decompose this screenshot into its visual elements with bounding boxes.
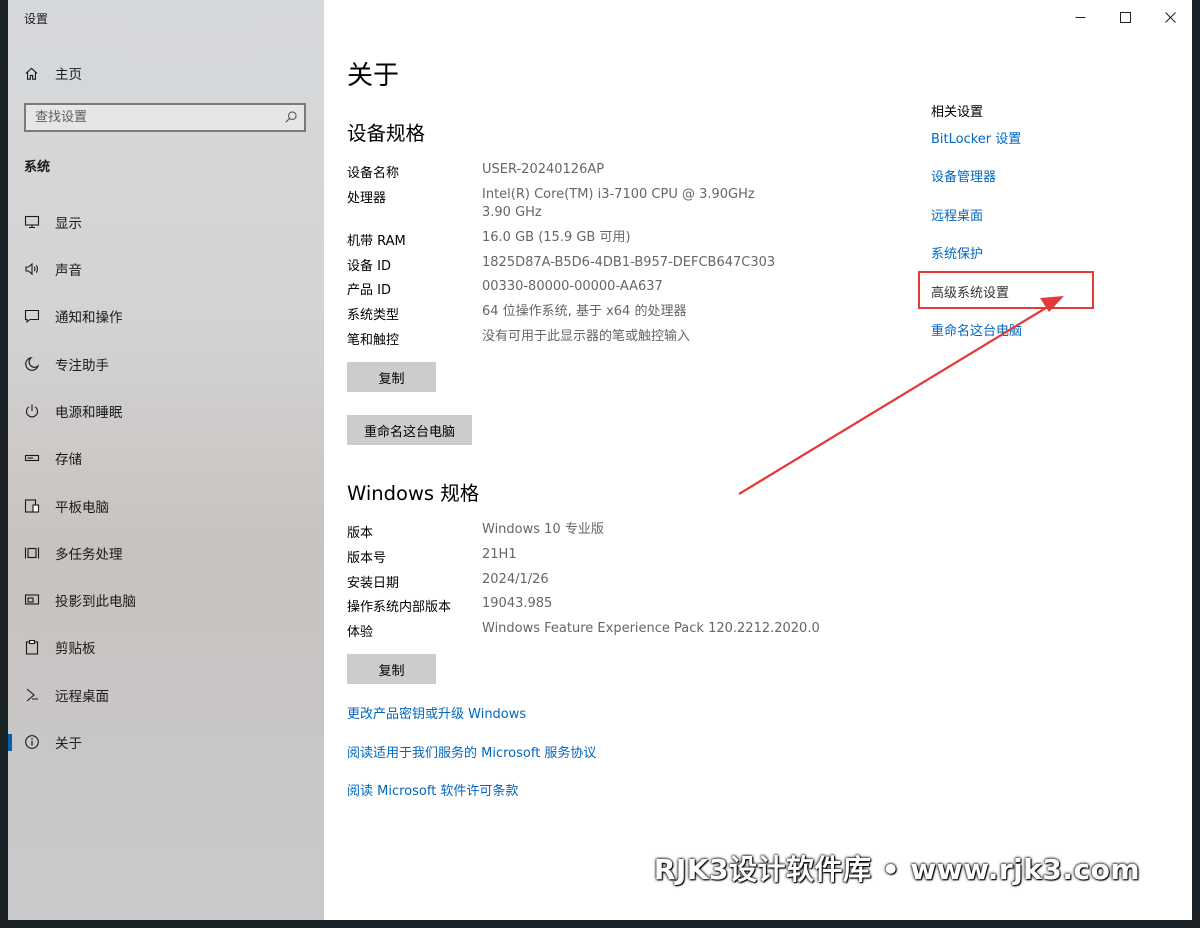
sidebar-item-label: 投影到此电脑	[55, 594, 136, 610]
sidebar-item-remote-desktop[interactable]: 远程桌面	[8, 680, 324, 710]
clipboard-icon	[24, 639, 40, 655]
maximize-button[interactable]	[1102, 4, 1148, 30]
sidebar-item-label: 通知和操作	[55, 310, 123, 326]
section-title: 系统	[24, 160, 51, 175]
windows-spec-heading: Windows 规格	[347, 482, 480, 505]
spec-label-pen-touch: 笔和触控	[347, 333, 400, 348]
moon-icon	[24, 356, 40, 372]
sidebar: 设置 主页 系统 显示 声音 通知和操作 专注助手 电源和睡眠	[8, 0, 324, 920]
sidebar-item-label: 专注助手	[55, 358, 109, 374]
sidebar-item-focus-assist[interactable]: 专注助手	[8, 349, 324, 379]
highlight-box	[918, 271, 1094, 309]
page-title: 关于	[347, 61, 400, 91]
spec-label-install-date: 安装日期	[347, 576, 400, 591]
close-button[interactable]	[1147, 4, 1192, 30]
sidebar-item-label: 声音	[55, 263, 82, 279]
remote-desktop-icon	[24, 687, 40, 703]
home-icon	[25, 67, 38, 80]
spec-label-processor: 处理器	[347, 191, 387, 206]
spec-label-device-name: 设备名称	[347, 166, 400, 181]
sidebar-item-label: 远程桌面	[55, 689, 109, 705]
sidebar-item-notifications[interactable]: 通知和操作	[8, 301, 324, 331]
settings-window: 设置 主页 系统 显示 声音 通知和操作 专注助手 电源和睡眠	[8, 0, 1192, 920]
main-content: 关于 设备规格 设备名称 USER-20240126AP 处理器 Intel(R…	[324, 0, 1192, 920]
minimize-icon	[1075, 16, 1085, 18]
spec-label-version: 版本号	[347, 551, 387, 566]
spec-label-device-id: 设备 ID	[347, 259, 391, 274]
info-icon	[24, 734, 40, 750]
spec-label-edition: 版本	[347, 526, 374, 541]
spec-label-os-build: 操作系统内部版本	[347, 600, 452, 615]
sidebar-item-label: 电源和睡眠	[55, 405, 123, 421]
sidebar-item-about[interactable]: 关于	[8, 727, 324, 757]
sidebar-item-power[interactable]: 电源和睡眠	[8, 396, 324, 426]
spec-label-experience: 体验	[347, 625, 374, 640]
sidebar-item-multitasking[interactable]: 多任务处理	[8, 538, 324, 568]
sidebar-item-tablet[interactable]: 平板电脑	[8, 491, 324, 521]
microsoft-services-agreement-link[interactable]: 阅读适用于我们服务的 Microsoft 服务协议	[347, 742, 596, 761]
related-link-device-manager[interactable]: 设备管理器	[931, 166, 996, 185]
sidebar-item-clipboard[interactable]: 剪贴板	[8, 632, 324, 662]
search-input[interactable]	[26, 105, 275, 130]
spec-value-product-id: 00330-80000-00000-AA637	[482, 279, 663, 294]
related-settings-title: 相关设置	[931, 105, 984, 120]
power-icon	[24, 403, 40, 419]
sidebar-item-storage[interactable]: 存储	[8, 443, 324, 473]
spec-label-system-type: 系统类型	[347, 308, 400, 323]
spec-value-pen-touch: 没有可用于此显示器的笔或触控输入	[482, 329, 691, 344]
monitor-icon	[24, 214, 40, 230]
spec-label-ram: 机带 RAM	[347, 234, 406, 249]
close-icon	[1164, 11, 1176, 23]
storage-icon	[24, 450, 40, 466]
rename-pc-button[interactable]: 重命名这台电脑	[347, 415, 472, 445]
spec-value-system-type: 64 位操作系统, 基于 x64 的处理器	[482, 304, 687, 319]
sidebar-item-label: 存储	[55, 452, 82, 468]
home-nav-item[interactable]: 主页	[24, 62, 82, 84]
search-box[interactable]	[24, 103, 306, 132]
spec-value-os-build: 19043.985	[482, 596, 553, 611]
app-title: 设置	[24, 12, 49, 26]
tablet-icon	[24, 498, 40, 514]
microsoft-license-terms-link[interactable]: 阅读 Microsoft 软件许可条款	[347, 780, 518, 799]
spec-value-device-id: 1825D87A-B5D6-4DB1-B957-DEFCB647C303	[482, 255, 776, 270]
multitask-icon	[24, 545, 40, 561]
sidebar-item-project[interactable]: 投影到此电脑	[8, 585, 324, 615]
search-icon[interactable]	[284, 110, 298, 124]
project-icon	[24, 592, 40, 608]
spec-value-device-name: USER-20240126AP	[482, 162, 605, 177]
sidebar-item-label: 剪贴板	[55, 641, 96, 657]
sidebar-item-label: 平板电脑	[55, 500, 109, 516]
spec-value-processor: Intel(R) Core(TM) i3-7100 CPU @ 3.90GHz …	[482, 187, 755, 220]
active-indicator	[8, 734, 12, 751]
speaker-icon	[24, 261, 40, 277]
spec-value-version: 21H1	[482, 547, 517, 562]
related-link-remote-desktop[interactable]: 远程桌面	[931, 205, 983, 224]
copy-windows-spec-button[interactable]: 复制	[347, 654, 436, 684]
notification-icon	[24, 308, 40, 324]
spec-value-edition: Windows 10 专业版	[482, 522, 604, 537]
spec-value-ram: 16.0 GB (15.9 GB 可用)	[482, 230, 631, 245]
sidebar-item-display[interactable]: 显示	[8, 207, 324, 237]
spec-value-install-date: 2024/1/26	[482, 572, 549, 587]
spec-value-experience: Windows Feature Experience Pack 120.2212…	[482, 621, 820, 636]
sidebar-item-label: 多任务处理	[55, 547, 123, 563]
maximize-icon	[1119, 11, 1131, 23]
related-link-rename-pc[interactable]: 重命名这台电脑	[931, 320, 1022, 339]
sidebar-item-label: 显示	[55, 216, 82, 232]
home-label: 主页	[55, 67, 82, 83]
related-link-bitlocker[interactable]: BitLocker 设置	[931, 128, 1021, 147]
change-product-key-link[interactable]: 更改产品密钥或升级 Windows	[347, 703, 526, 722]
copy-device-spec-button[interactable]: 复制	[347, 362, 436, 392]
related-link-system-protection[interactable]: 系统保护	[931, 243, 983, 262]
spec-label-product-id: 产品 ID	[347, 283, 391, 298]
sidebar-item-label: 关于	[55, 736, 82, 752]
sidebar-item-sound[interactable]: 声音	[8, 254, 324, 284]
device-spec-heading: 设备规格	[347, 122, 426, 145]
minimize-button[interactable]	[1057, 4, 1103, 30]
watermark-text: RJK3设计软件库 • www.rjk3.com	[653, 853, 1140, 886]
